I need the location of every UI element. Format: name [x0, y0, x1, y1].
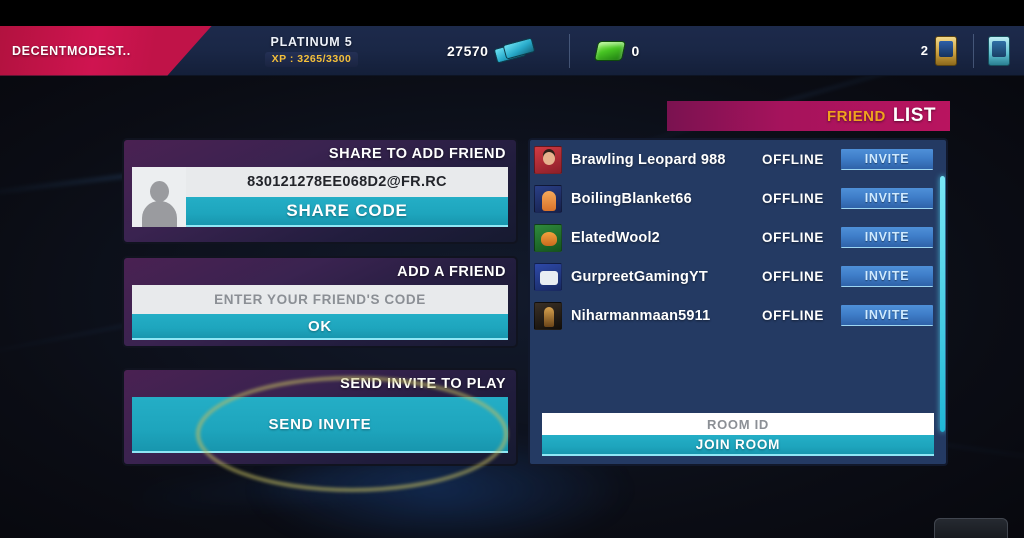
- gems-amount: 0: [631, 42, 640, 59]
- share-panel-title: SHARE TO ADD FRIEND: [328, 146, 506, 162]
- join-room-button-label: JOIN ROOM: [695, 437, 781, 452]
- friend-rows-container: Brawling Leopard 988 OFFLINE INVITE Boiling…: [530, 140, 946, 335]
- add-friend-panel: ADD A FRIEND ENTER YOUR FRIEND'S CODE OK: [122, 256, 518, 348]
- friend-list-title-word2: LIST: [892, 105, 936, 126]
- friend-invite-button-label: INVITE: [864, 269, 910, 283]
- friend-list-title-bar: FRIEND LIST: [667, 101, 950, 131]
- share-code-field[interactable]: 830121278EE068D2@FR.RC: [186, 167, 508, 197]
- friend-row[interactable]: Niharmanmaan5911 OFFLINE INVITE: [530, 296, 946, 335]
- friend-status: OFFLINE: [762, 152, 824, 167]
- send-invite-panel: SEND INVITE TO PLAY SEND INVITE: [122, 368, 518, 466]
- rank-block: PLATINUM 5 XP : 3265/3300: [234, 35, 389, 67]
- person-silhouette-icon: [139, 179, 179, 227]
- share-code-value: 830121278EE068D2@FR.RC: [247, 174, 447, 190]
- friend-row[interactable]: Brawling Leopard 988 OFFLINE INVITE: [530, 140, 946, 179]
- friend-status: OFFLINE: [762, 191, 824, 206]
- send-invite-button[interactable]: SEND INVITE: [132, 397, 508, 453]
- friend-name: ElatedWool2: [571, 229, 660, 246]
- friend-code-placeholder: ENTER YOUR FRIEND'S CODE: [214, 292, 426, 307]
- player-name: DECENTMODEST..: [12, 43, 131, 58]
- share-code-button-label: SHARE CODE: [286, 201, 408, 220]
- friend-invite-button[interactable]: INVITE: [841, 227, 933, 248]
- friend-invite-button[interactable]: INVITE: [841, 305, 933, 326]
- add-panel-title: ADD A FRIEND: [397, 264, 506, 280]
- top-hud-bar: DECENTMODEST.. PLATINUM 5 XP : 3265/3300…: [0, 25, 1024, 76]
- share-code-row: 830121278EE068D2@FR.RC SHARE CODE: [132, 167, 508, 227]
- hud-divider: [569, 33, 571, 68]
- friend-name: Niharmanmaan5911: [571, 307, 711, 324]
- player-name-badge[interactable]: DECENTMODEST..: [0, 25, 212, 76]
- avatar-robot-blue-icon: [534, 262, 562, 291]
- friend-name: Brawling Leopard 988: [571, 151, 726, 168]
- xp-label: XP : 3265/3300: [264, 51, 359, 67]
- gold-card-icon: [935, 35, 957, 66]
- friend-invite-button-label: INVITE: [864, 308, 910, 322]
- rank-label: PLATINUM 5: [270, 34, 353, 49]
- share-code-panel: SHARE TO ADD FRIEND 830121278EE068D2@FR.…: [122, 138, 518, 244]
- hud-divider: [973, 33, 974, 68]
- coins-amount: 27570: [447, 42, 489, 59]
- friend-name: GurpreetGamingYT: [571, 268, 708, 285]
- friend-list-scrollbar[interactable]: [940, 176, 945, 432]
- friend-list-title-word1: FRIEND: [826, 107, 886, 125]
- send-panel-title: SEND INVITE TO PLAY: [340, 376, 506, 392]
- share-right-column: 830121278EE068D2@FR.RC SHARE CODE: [186, 167, 508, 227]
- join-room-button[interactable]: JOIN ROOM: [542, 435, 934, 456]
- friend-list-scrollbar-thumb[interactable]: [940, 176, 945, 432]
- gems-counter[interactable]: 0: [594, 40, 640, 61]
- friend-status: OFFLINE: [762, 230, 824, 245]
- avatar-fox-green-icon: [534, 223, 562, 252]
- friend-row[interactable]: GurpreetGamingYT OFFLINE INVITE: [530, 257, 946, 296]
- player-avatar: [132, 167, 186, 227]
- ok-button[interactable]: OK: [132, 314, 508, 340]
- friend-name: BoilingBlanket66: [571, 190, 692, 207]
- ok-button-label: OK: [307, 317, 333, 335]
- teal-card-icon[interactable]: [988, 35, 1010, 66]
- cards-counter[interactable]: 2: [920, 35, 957, 66]
- avatar-face-red-icon: [534, 145, 562, 174]
- game-screen: DECENTMODEST.. PLATINUM 5 XP : 3265/3300…: [0, 0, 1024, 538]
- friend-list-panel: Brawling Leopard 988 OFFLINE INVITE Boiling…: [528, 138, 948, 466]
- letterbox: [0, 0, 1024, 26]
- avatar-orange-figure-icon: [534, 184, 562, 213]
- friend-invite-button-label: INVITE: [864, 230, 910, 244]
- friend-invite-button[interactable]: INVITE: [841, 266, 933, 287]
- room-join-block: ROOM ID JOIN ROOM: [542, 413, 934, 456]
- friend-invite-button-label: INVITE: [864, 152, 910, 166]
- send-invite-button-label: SEND INVITE: [268, 415, 372, 433]
- friend-code-input[interactable]: ENTER YOUR FRIEND'S CODE: [132, 285, 508, 314]
- ticket-icon: [494, 36, 536, 64]
- share-code-button[interactable]: SHARE CODE: [186, 197, 508, 227]
- room-id-placeholder: ROOM ID: [707, 416, 769, 432]
- friend-status: OFFLINE: [762, 308, 824, 323]
- bottom-right-widget[interactable]: [934, 518, 1008, 538]
- friend-invite-button[interactable]: INVITE: [841, 188, 933, 209]
- friend-invite-button[interactable]: INVITE: [841, 149, 933, 170]
- cards-amount: 2: [920, 43, 928, 58]
- friend-invite-button-label: INVITE: [864, 191, 910, 205]
- friend-row[interactable]: ElatedWool2 OFFLINE INVITE: [530, 218, 946, 257]
- avatar-dark-figure-icon: [534, 301, 562, 330]
- friend-row[interactable]: BoilingBlanket66 OFFLINE INVITE: [530, 179, 946, 218]
- coins-counter[interactable]: 27570: [447, 36, 536, 64]
- room-id-input[interactable]: ROOM ID: [542, 413, 934, 435]
- gem-icon: [594, 40, 627, 61]
- friend-status: OFFLINE: [762, 269, 824, 284]
